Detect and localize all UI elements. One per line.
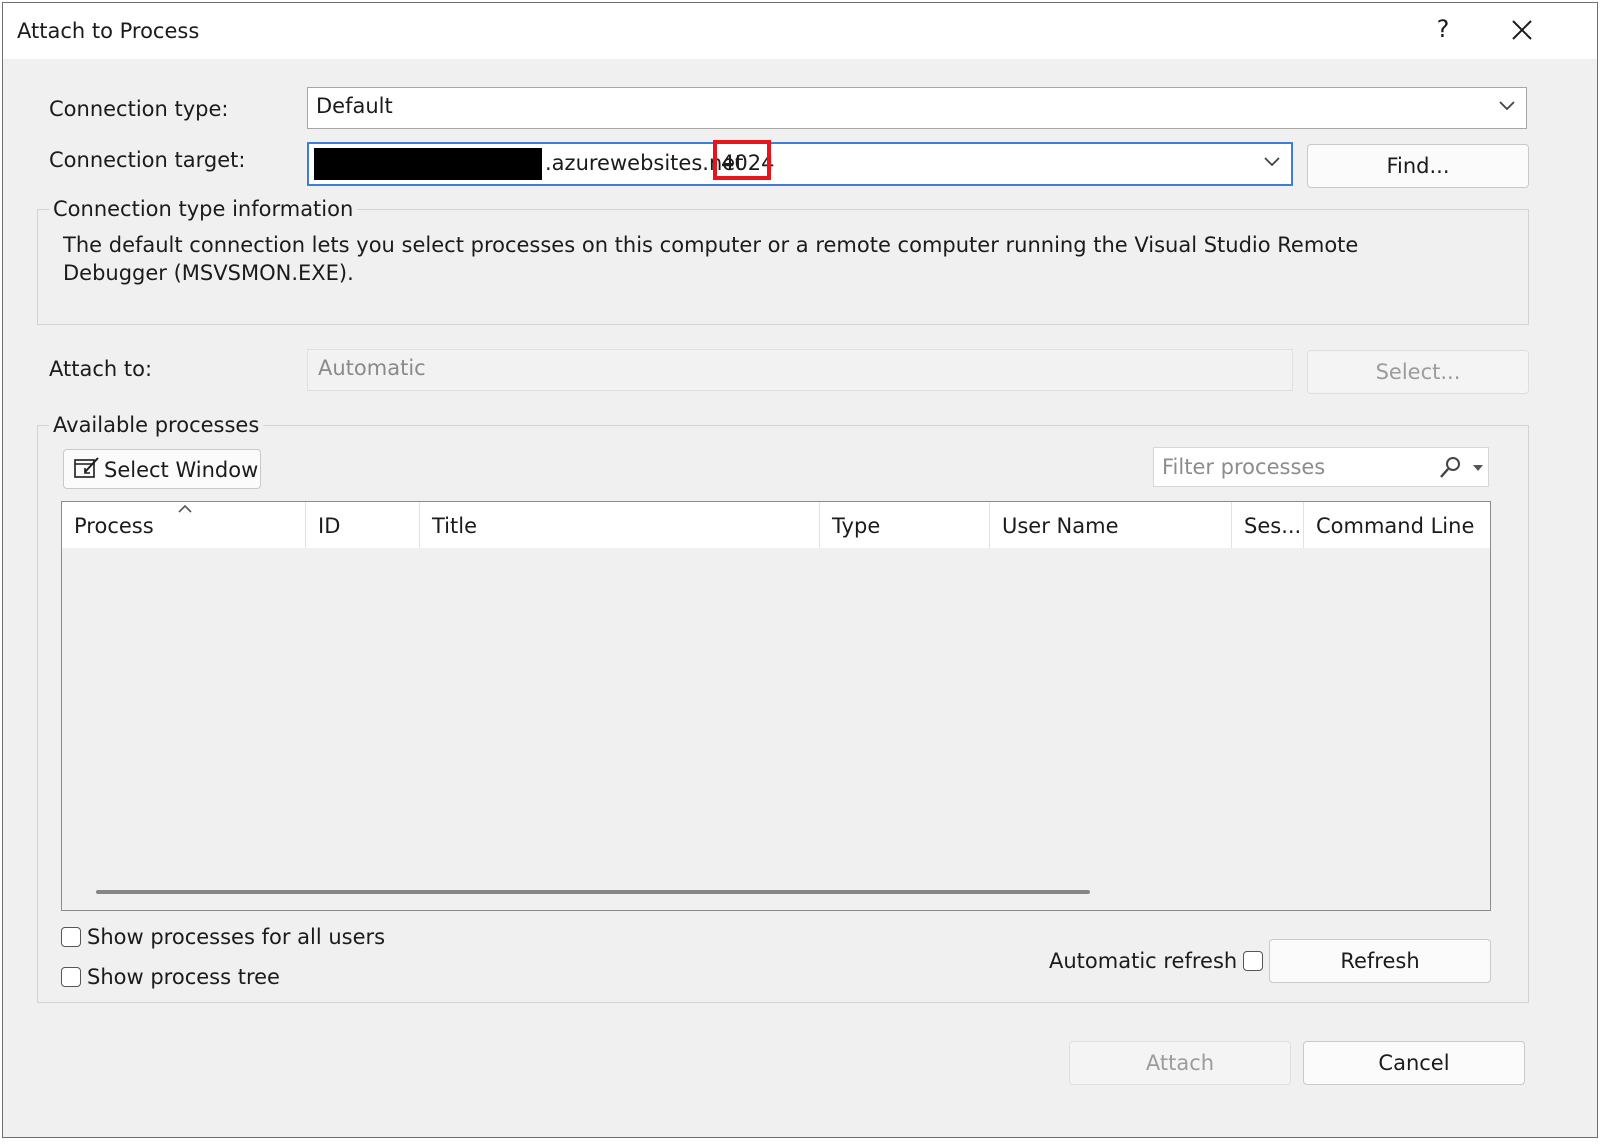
select-window-label: Select Window <box>104 458 259 482</box>
show-all-users-checkbox[interactable] <box>61 927 81 947</box>
automatic-refresh-label: Automatic refresh <box>1049 949 1238 973</box>
attach-to-label: Attach to: <box>49 357 153 381</box>
connection-target-input[interactable]: .azurewebsites.net 4024 <box>307 140 1293 186</box>
find-button[interactable]: Find... <box>1307 144 1529 188</box>
column-label-id: ID <box>318 514 341 538</box>
column-label-type: Type <box>832 514 881 538</box>
help-button[interactable]: ? <box>1429 15 1457 43</box>
show-process-tree-label: Show process tree <box>87 965 280 989</box>
attach-to-process-dialog: Attach to Process ? Connection type: Def… <box>2 2 1598 1138</box>
title-bar: Attach to Process ? <box>3 3 1597 59</box>
column-label-title: Title <box>432 514 478 538</box>
column-header-id[interactable]: ID <box>306 502 420 548</box>
column-header-title[interactable]: Title <box>420 502 820 548</box>
connection-type-value: Default <box>316 94 393 118</box>
column-header-session[interactable]: Ses... <box>1232 502 1304 548</box>
column-header-process[interactable]: Process <box>62 502 306 548</box>
cancel-button[interactable]: Cancel <box>1303 1041 1525 1085</box>
show-all-users-label: Show processes for all users <box>87 925 386 949</box>
close-button[interactable] <box>1503 15 1543 47</box>
connection-info-text: The default connection lets you select p… <box>63 233 1359 285</box>
redacted-hostname <box>314 148 542 180</box>
column-label-command-line: Command Line <box>1316 514 1475 538</box>
automatic-refresh-checkbox[interactable] <box>1243 951 1264 971</box>
column-header-command-line[interactable]: Command Line <box>1304 502 1490 548</box>
select-code-type-button[interactable]: Select... <box>1307 350 1529 394</box>
dropdown-arrow-icon[interactable] <box>1472 464 1484 472</box>
horizontal-scrollbar[interactable] <box>96 890 1090 894</box>
process-list-grid[interactable]: Process ID Title Type User Name Ses... C… <box>61 501 1491 911</box>
chevron-down-icon <box>1499 101 1515 111</box>
search-icon <box>1440 457 1460 478</box>
close-icon <box>1512 20 1532 40</box>
chevron-down-icon <box>1264 157 1280 167</box>
connection-target-label: Connection target: <box>49 148 246 172</box>
dialog-title: Attach to Process <box>17 19 200 43</box>
grid-header: Process ID Title Type User Name Ses... C… <box>62 502 1490 548</box>
connection-type-label: Connection type: <box>49 97 229 121</box>
select-window-icon <box>74 457 99 478</box>
column-header-user-name[interactable]: User Name <box>990 502 1232 548</box>
filter-processes-input[interactable]: Filter processes <box>1153 447 1489 487</box>
column-label-session: Ses... <box>1244 514 1302 538</box>
column-label-process: Process <box>74 514 154 538</box>
available-processes-legend: Available processes <box>49 413 264 437</box>
show-all-users-option[interactable]: Show processes for all users <box>61 925 385 949</box>
refresh-button[interactable]: Refresh <box>1269 939 1491 983</box>
attach-to-field: Automatic <box>307 349 1293 391</box>
attach-button[interactable]: Attach <box>1069 1041 1291 1085</box>
sort-ascending-icon <box>178 504 192 513</box>
port-highlight-box <box>713 140 771 180</box>
attach-to-value: Automatic <box>318 356 426 380</box>
automatic-refresh-option[interactable]: Automatic refresh <box>1049 949 1264 973</box>
connection-info-legend: Connection type information <box>49 197 358 221</box>
column-header-type[interactable]: Type <box>820 502 990 548</box>
column-label-user-name: User Name <box>1002 514 1119 538</box>
connection-type-dropdown[interactable]: Default <box>307 87 1527 129</box>
show-process-tree-checkbox[interactable] <box>61 967 81 987</box>
show-process-tree-option[interactable]: Show process tree <box>61 965 280 989</box>
select-window-button[interactable]: Select Window <box>63 449 261 489</box>
filter-placeholder: Filter processes <box>1162 455 1326 479</box>
